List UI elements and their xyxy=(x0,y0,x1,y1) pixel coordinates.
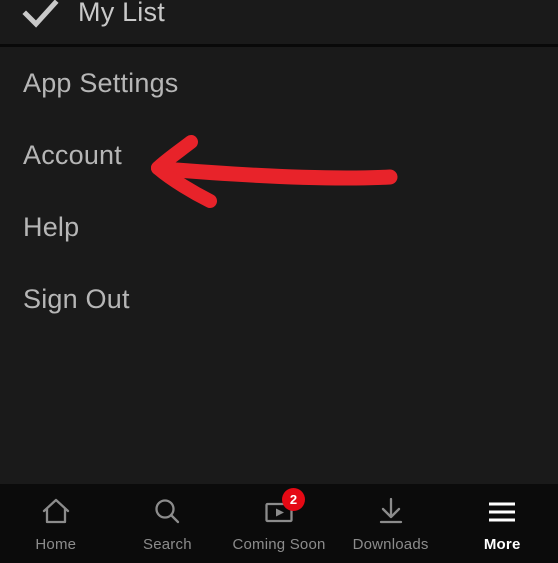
menu-item-account[interactable]: Account xyxy=(0,119,558,191)
tab-home[interactable]: Home xyxy=(0,485,112,563)
home-icon xyxy=(39,495,73,529)
tab-coming-soon[interactable]: 2 Coming Soon xyxy=(223,485,335,563)
tab-more[interactable]: More xyxy=(446,485,558,563)
menu-item-label: My List xyxy=(78,0,165,27)
tab-label: More xyxy=(483,536,521,553)
check-icon xyxy=(18,0,62,34)
menu-item-app-settings[interactable]: App Settings xyxy=(0,47,558,119)
tab-label: Home xyxy=(35,536,77,553)
bottom-tab-bar: Home Search 2 Coming Soon Downloads More xyxy=(0,484,558,563)
tab-label: Coming Soon xyxy=(232,536,326,553)
menu-item-my-list[interactable]: My List xyxy=(0,0,558,46)
tab-label: Downloads xyxy=(352,536,429,553)
notification-badge: 2 xyxy=(281,488,305,511)
coming-soon-icon: 2 xyxy=(262,488,305,529)
download-icon xyxy=(374,495,408,529)
menu-item-label: Help xyxy=(23,211,80,242)
tab-label: Search xyxy=(143,536,192,553)
menu-item-help[interactable]: Help xyxy=(0,191,558,263)
tab-downloads[interactable]: Downloads xyxy=(335,485,447,563)
search-icon xyxy=(150,495,184,529)
tab-search[interactable]: Search xyxy=(112,485,224,563)
menu-item-label: App Settings xyxy=(23,67,179,98)
menu-item-label: Sign Out xyxy=(23,283,130,314)
menu-item-label: Account xyxy=(23,139,122,170)
app-screen: My List App Settings Account Help Sign O… xyxy=(0,0,558,563)
settings-menu-list: App Settings Account Help Sign Out xyxy=(0,47,558,335)
menu-item-sign-out[interactable]: Sign Out xyxy=(0,263,558,335)
hamburger-icon xyxy=(485,495,519,529)
